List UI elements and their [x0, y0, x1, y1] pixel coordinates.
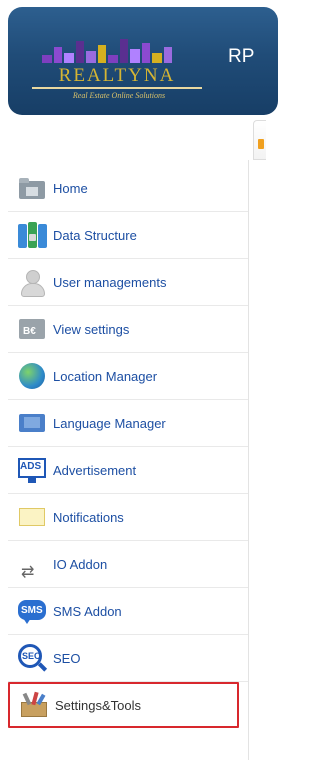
- sidebar-item-label: IO Addon: [53, 556, 108, 572]
- sidebar-item-user-managements[interactable]: User managements: [8, 259, 248, 306]
- sidebar-item-view-settings[interactable]: B€ View settings: [8, 306, 248, 353]
- sidebar-item-home[interactable]: Home: [8, 165, 248, 212]
- sidebar-item-label: Location Manager: [53, 368, 158, 384]
- shuffle-icon: ⇄: [21, 564, 35, 581]
- app-header: REALTYNA Real Estate Online Solutions RP: [0, 0, 278, 118]
- sidebar-item-location-manager[interactable]: Location Manager: [8, 353, 248, 400]
- sidebar-item-language-manager[interactable]: Language Manager: [8, 400, 248, 447]
- envelope-icon: [17, 502, 47, 532]
- sidebar-item-label: Advertisement: [53, 462, 137, 478]
- sidebar-item-label: SMS Addon: [53, 603, 122, 619]
- tab-icon: [258, 139, 264, 149]
- sidebar-item-label: Notifications: [53, 509, 124, 525]
- view-settings-icon: B€: [17, 314, 47, 344]
- sidebar-item-notifications[interactable]: Notifications: [8, 494, 248, 541]
- sidebar-item-io-addon[interactable]: ⇄ IO Addon: [8, 541, 248, 588]
- logo-text: REALTYNA: [58, 65, 176, 86]
- sidebar-item-label: SEO: [53, 650, 81, 666]
- logo-divider: [32, 87, 202, 89]
- sidebar-item-data-structure[interactable]: Data Structure: [8, 212, 248, 259]
- seo-icon: SEO: [17, 643, 48, 673]
- sidebar-item-sms-addon[interactable]: SMS SMS Addon: [8, 588, 248, 635]
- home-icon: [17, 173, 47, 203]
- realtyna-logo-bars: [42, 35, 182, 63]
- flag-icon: [17, 408, 47, 438]
- data-structure-icon: [17, 220, 47, 250]
- content-tab-fragment[interactable]: [253, 120, 266, 160]
- header-title-fragment: RP: [228, 46, 255, 67]
- toolbox-icon: [19, 690, 49, 720]
- sidebar-item-label: Settings&Tools: [55, 697, 141, 713]
- globe-icon: [17, 361, 47, 391]
- logo-subtitle: Real Estate Online Solutions: [72, 91, 166, 100]
- sidebar-item-label: User managements: [53, 274, 167, 290]
- user-icon: [17, 267, 47, 297]
- sidebar-item-label: Home: [53, 180, 88, 196]
- sidebar-item-advertisement[interactable]: ADS Advertisement: [8, 447, 248, 494]
- sidebar-item-settings-tools[interactable]: Settings&Tools: [8, 682, 239, 728]
- sidebar-divider: [248, 160, 249, 760]
- sidebar-item-label: Data Structure: [53, 227, 137, 243]
- sidebar-item-label: View settings: [53, 321, 130, 337]
- ads-icon: ADS: [17, 455, 47, 485]
- sidebar-item-label: Language Manager: [53, 415, 166, 431]
- sidebar-item-seo[interactable]: SEO SEO: [8, 635, 248, 682]
- sms-icon: SMS: [17, 596, 47, 626]
